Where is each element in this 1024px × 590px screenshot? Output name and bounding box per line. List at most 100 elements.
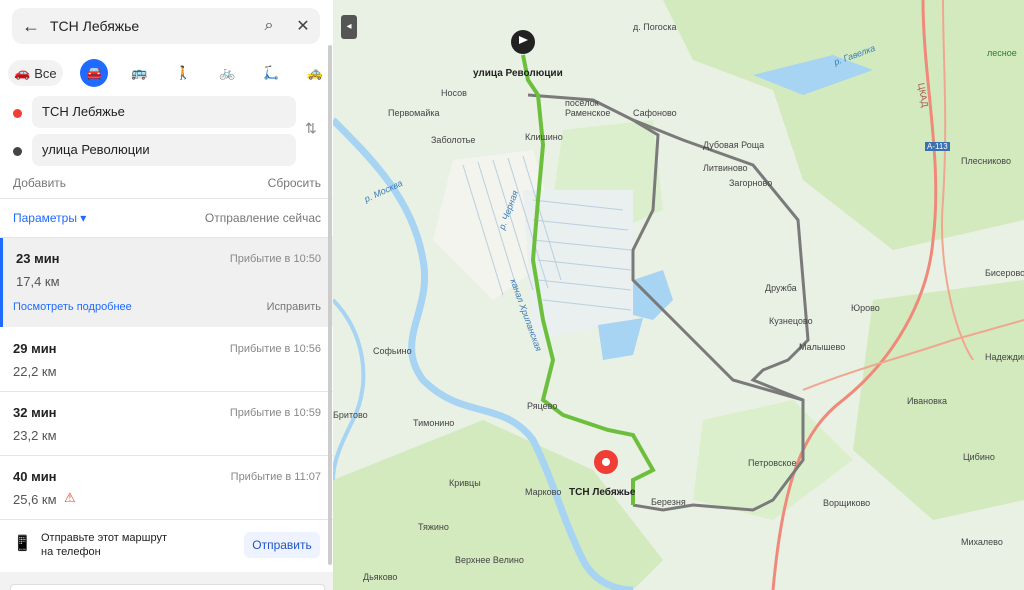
route-arrival: Прибытие в 10:56 [229, 343, 321, 355]
map-label: Ивановка [907, 396, 948, 406]
map-label: Дружба [765, 283, 797, 293]
end-dot-icon [13, 147, 22, 156]
send-to-phone: 📱 Отправьте этот маршрут на телефон Отпр… [0, 520, 333, 570]
route-distance: 25,6 км [13, 492, 57, 507]
panel-scrollbar[interactable] [328, 45, 332, 565]
map-label: Кривцы [449, 478, 481, 488]
send-text-line2: на телефон [41, 546, 101, 558]
map-label: Березня [651, 497, 686, 507]
map-label: лесное [987, 48, 1017, 58]
walk-icon: 🚶 [175, 65, 192, 80]
map-label: Первомайка [388, 108, 440, 118]
route-arrival: Прибытие в 10:50 [229, 253, 321, 265]
map-label: Юрово [851, 303, 880, 313]
lake [598, 318, 643, 360]
details-link[interactable]: Посмотреть подробнее [13, 301, 132, 313]
route-time: 32 мин [13, 405, 57, 420]
bike-icon: 🚲 [219, 65, 236, 80]
car-bus-icon: 🚗 [14, 65, 31, 80]
map-label: Бритово [333, 410, 368, 420]
route-time: 40 мин [13, 469, 57, 484]
map-label: посёлок Раменское [565, 98, 611, 118]
from-field[interactable]: ТСН Лебяжье [32, 96, 296, 128]
map-label: Сафоново [633, 108, 677, 118]
map-label: д. Погоска [633, 22, 677, 32]
warning-icon: ⚠ [64, 490, 76, 505]
map-label-start: улица Революции [473, 68, 563, 79]
mode-bike[interactable]: 🚲 [214, 60, 240, 86]
divider [0, 198, 333, 199]
mode-scooter[interactable]: 🛴 [258, 60, 284, 86]
route-arrival: Прибытие в 11:07 [230, 471, 321, 483]
field-area [523, 190, 633, 340]
collapse-panel-button[interactable]: ◂ [341, 15, 357, 39]
mode-all[interactable]: 🚗 Все [8, 60, 63, 86]
route-time: 23 мин [16, 251, 60, 266]
mode-taxi[interactable]: 🚕 [302, 60, 328, 86]
route-option-4[interactable]: 40 мин Прибытие в 11:07 25,6 км ⚠ [0, 456, 333, 518]
map-label: Дубовая Роща [703, 140, 765, 150]
search-query[interactable]: ТСН Лебяжье [50, 18, 252, 34]
car-icon: 🚘 [86, 65, 103, 80]
close-icon[interactable]: ✕ [286, 16, 320, 36]
pin-center [602, 458, 610, 466]
send-text-line1: Отправьте этот маршрут [41, 532, 168, 544]
mode-all-label: Все [34, 65, 57, 81]
route-option-2[interactable]: 29 мин Прибытие в 10:56 22,2 км [0, 328, 333, 390]
scooter-icon: 🛴 [262, 65, 280, 80]
route-time: 29 мин [13, 341, 57, 356]
road-shield: А-113 [925, 142, 950, 151]
to-field[interactable]: улица Революции [32, 134, 296, 166]
map-label: Литвиново [703, 163, 748, 173]
route-distance: 22,2 км [13, 364, 57, 379]
map-label: Кузнецово [769, 316, 813, 326]
send-button[interactable]: Отправить [244, 532, 320, 558]
map-label: Загорново [729, 178, 773, 188]
forest-area [663, 0, 1024, 250]
map-label: Михалево [961, 537, 1003, 547]
map-label: Плесниково [961, 156, 1011, 166]
map-label: Тяжино [418, 522, 449, 532]
bus-icon: 🚌 [131, 65, 148, 80]
map-label: Надеждино [985, 352, 1024, 362]
search-bar[interactable]: ← ТСН Лебяжье ⌕ ✕ [12, 8, 320, 44]
map-label: Заболотье [431, 135, 476, 145]
map-label: Верхнее Велино [455, 555, 524, 565]
map-label: Петровское [748, 458, 797, 468]
alt-route [631, 118, 804, 402]
river [333, 298, 366, 481]
add-point-button[interactable]: Добавить [13, 176, 66, 190]
map-label: Бисерово [985, 268, 1024, 278]
mode-car[interactable]: 🚘 [80, 59, 109, 87]
taxi-icon: 🚕 [306, 65, 324, 80]
route-distance: 17,4 км [16, 274, 60, 289]
map-label: Ряцево [527, 401, 558, 411]
route-option-3[interactable]: 32 мин Прибытие в 10:59 23,2 км [0, 392, 333, 454]
map-label: Клишино [525, 132, 563, 142]
mode-transit[interactable]: 🚌 [126, 60, 152, 86]
map-label-end: ТСН Лебяжье [569, 487, 636, 498]
fix-link[interactable]: Исправить [267, 301, 321, 313]
map-label: Малышево [799, 342, 846, 352]
swap-icon[interactable]: ⇅ [305, 120, 317, 137]
map-label: Дьяково [363, 572, 398, 582]
phone-icon: 📱 [13, 535, 32, 552]
params-button[interactable]: Параметры ▾ [13, 211, 86, 225]
transport-modes: 🚗 Все 🚘 🚌 🚶 🚲 🛴 🚕 [8, 58, 328, 88]
next-card [10, 584, 325, 590]
map-label: Тимонино [413, 418, 455, 428]
reset-button[interactable]: Сбросить [268, 176, 321, 190]
route-distance: 23,2 км [13, 428, 57, 443]
map-view[interactable]: ◂ улица Революции ТСН Лебяжье д. Погоска… [333, 0, 1024, 590]
map-label: Софьино [373, 346, 412, 356]
back-arrow-icon[interactable]: ← [12, 16, 50, 37]
departure-select[interactable]: Отправление сейчас [205, 211, 321, 225]
start-dot-icon [13, 109, 22, 118]
params-label: Параметры [13, 211, 77, 225]
map-label: Цибино [963, 452, 995, 462]
map-label: Ворщиково [823, 498, 871, 508]
search-icon[interactable]: ⌕ [252, 17, 286, 35]
mode-walk[interactable]: 🚶 [170, 60, 196, 86]
map-label: Носов [441, 88, 467, 98]
route-option-1[interactable]: 23 мин Прибытие в 10:50 17,4 км Посмотре… [0, 238, 333, 327]
